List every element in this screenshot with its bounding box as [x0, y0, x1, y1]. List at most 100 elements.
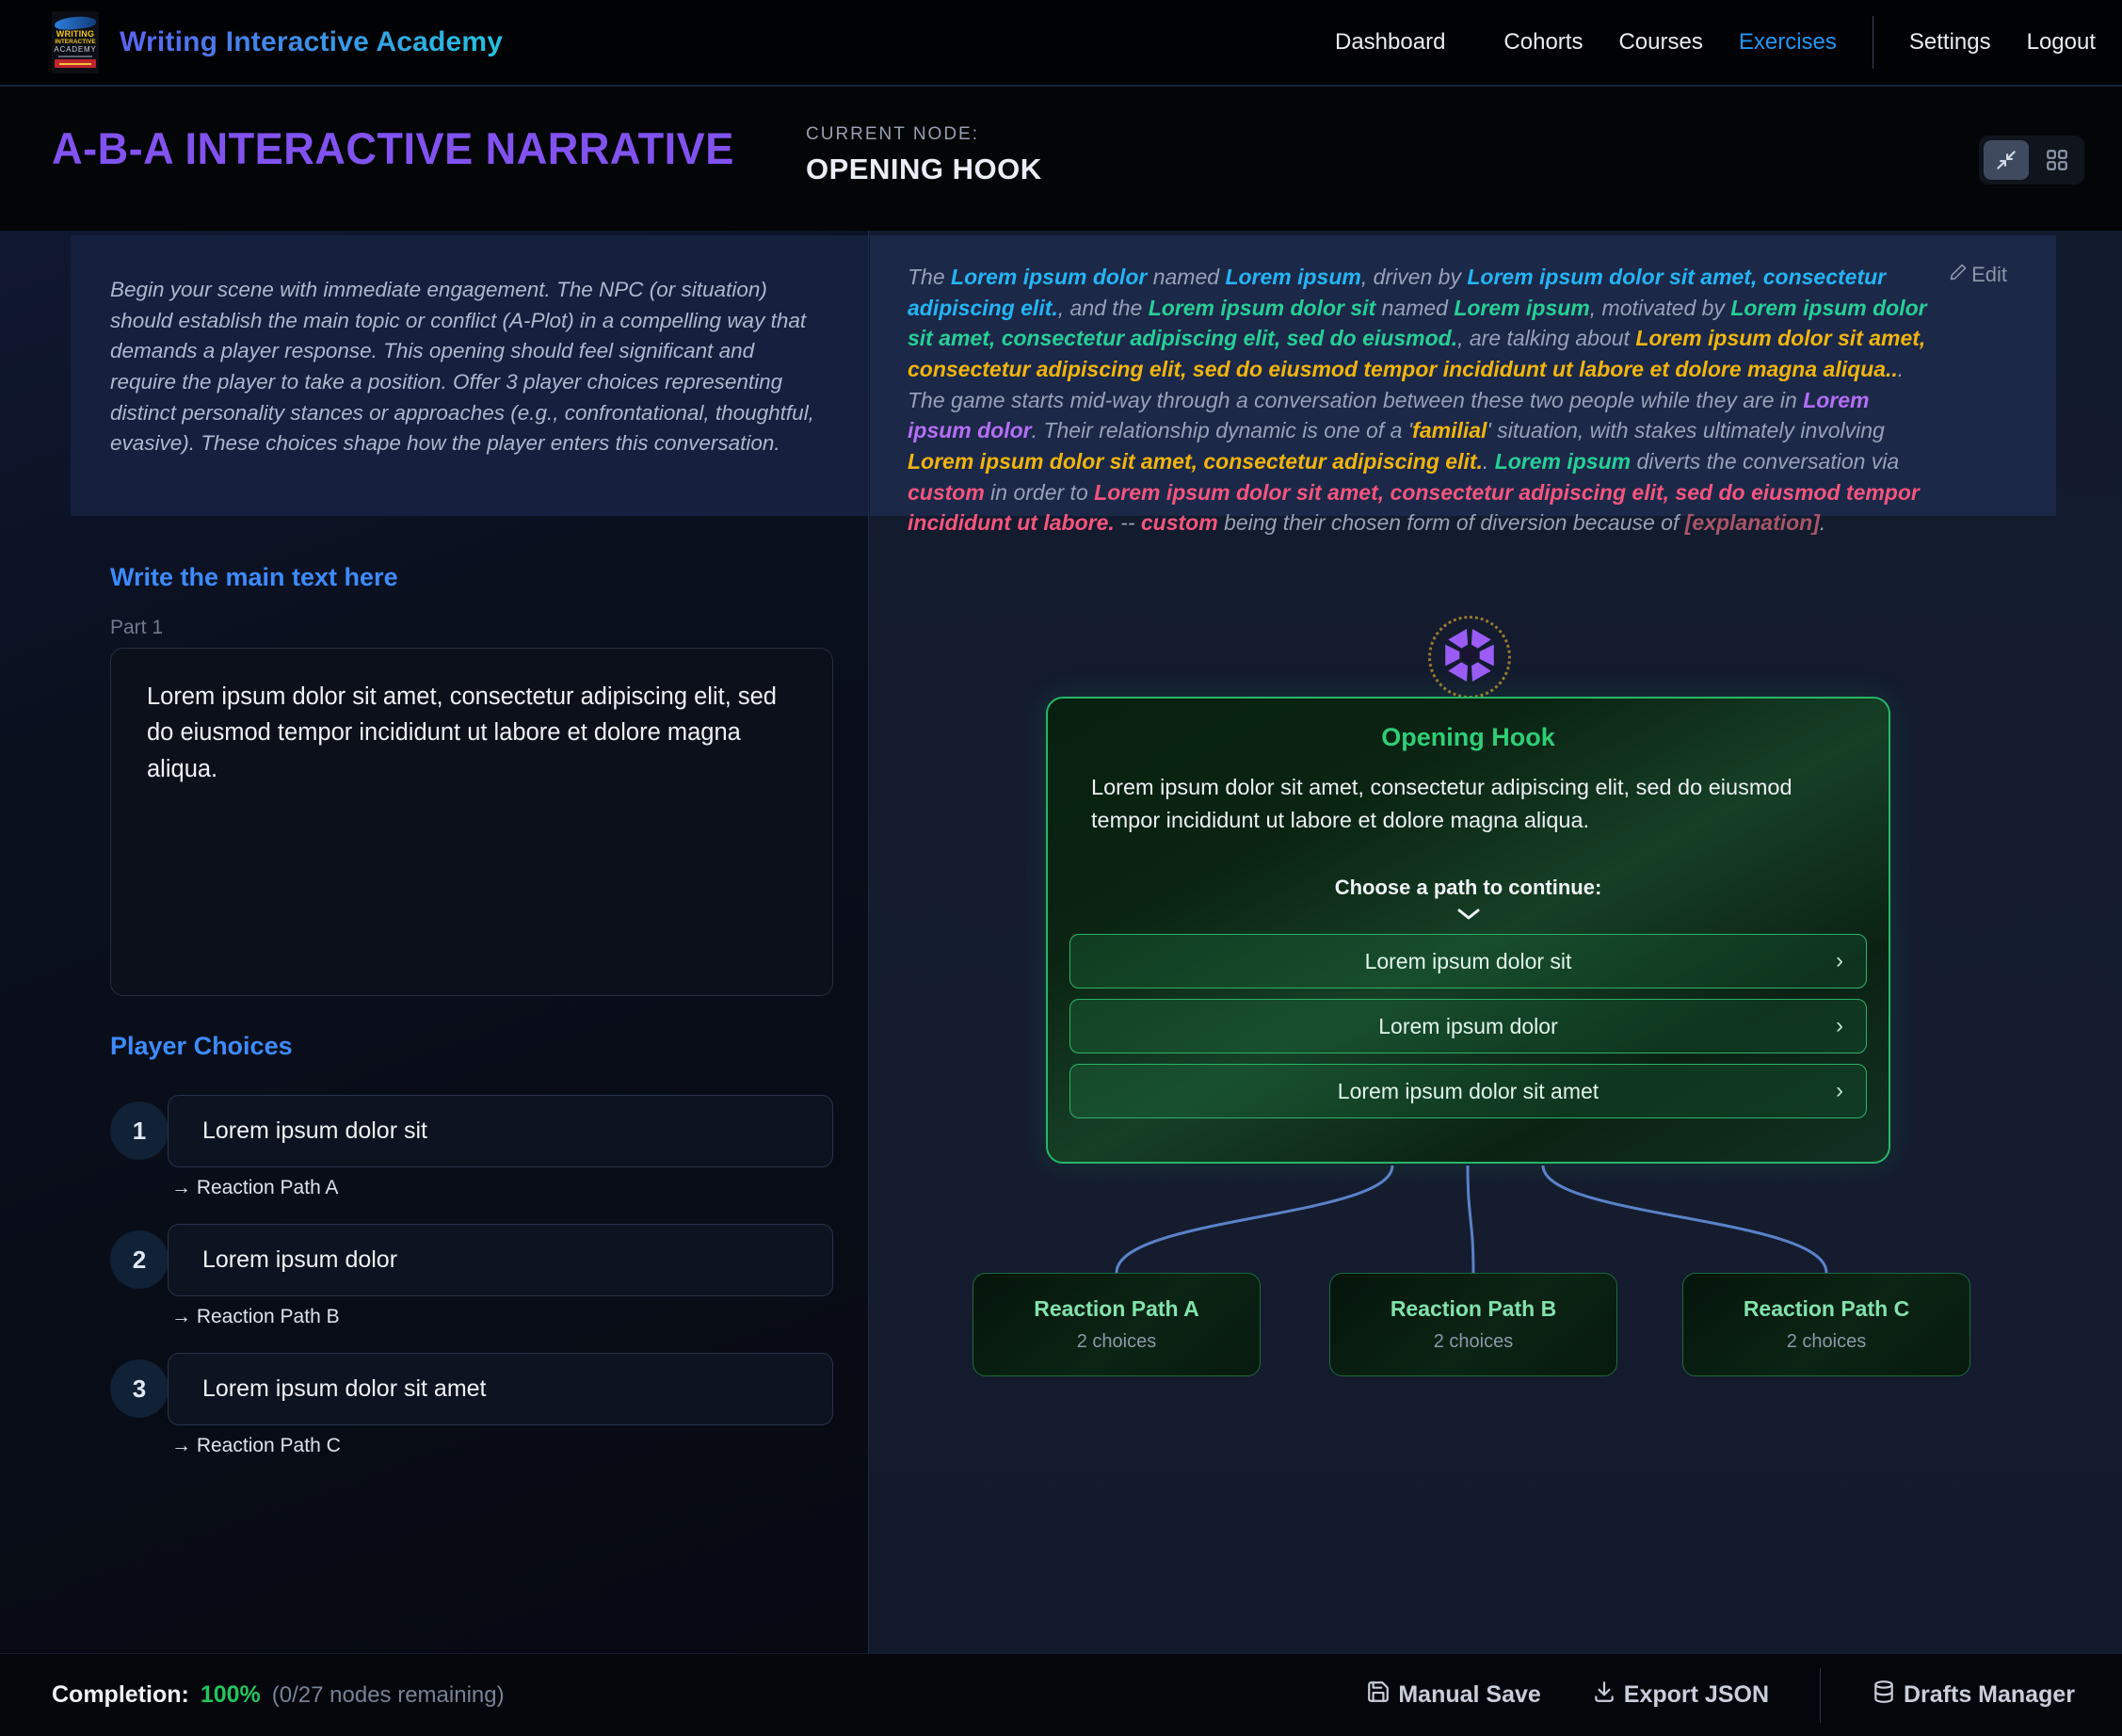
chevron-right-icon: ›: [1836, 1013, 1843, 1039]
nav-item-dashboard[interactable]: Dashboard: [1335, 29, 1445, 56]
choice-input-1[interactable]: [168, 1095, 833, 1167]
collapse-view-button[interactable]: [1984, 140, 2029, 180]
option-label: Lorem ipsum dolor sit: [1365, 949, 1572, 974]
node-title: Opening Hook: [1048, 723, 1889, 752]
main-text-input[interactable]: Lorem ipsum dolor sit amet, consectetur …: [110, 648, 833, 996]
node-option-1[interactable]: Lorem ipsum dolor sit ›: [1069, 934, 1867, 989]
prompt-segment: named: [1147, 265, 1225, 289]
prompt-segment: , motivated by: [1590, 296, 1731, 320]
node-option-2[interactable]: Lorem ipsum dolor ›: [1069, 999, 1867, 1053]
brand-wrap: WRITING INTERACTIVE ACADEMY Writing Inte…: [52, 11, 503, 73]
edit-prompt-button[interactable]: Edit: [1949, 260, 2007, 289]
part-label: Part 1: [110, 617, 163, 639]
node-body-text: Lorem ipsum dolor sit amet, consectetur …: [1091, 771, 1845, 838]
chevron-down-icon: [1048, 908, 1889, 921]
prompt-segment: Lorem ipsum: [1225, 265, 1360, 289]
player-choices-heading: Player Choices: [110, 1032, 293, 1061]
choice-input-3[interactable]: [168, 1353, 833, 1425]
page-header: A-B-A INTERACTIVE NARRATIVE CURRENT NODE…: [0, 87, 2122, 231]
drafts-manager-label: Drafts Manager: [1904, 1681, 2075, 1709]
reaction-path-b-node[interactable]: Reaction Path B 2 choices: [1329, 1273, 1617, 1376]
child-node-title: Reaction Path A: [1034, 1296, 1199, 1322]
export-json-label: Export JSON: [1624, 1681, 1769, 1709]
option-label: Lorem ipsum dolor: [1378, 1014, 1557, 1039]
current-node-name: OPENING HOOK: [806, 153, 1042, 186]
prompt-segment: Lorem ipsum dolor sit: [1149, 296, 1376, 320]
graph-column: The Lorem ipsum dolor named Lorem ipsum,…: [868, 231, 2122, 1653]
graph-edges: [869, 1164, 2122, 1275]
edit-label: Edit: [1971, 260, 2007, 289]
choice-path-label-2: → Reaction Path B: [171, 1306, 340, 1328]
view-toggle-group: [1979, 136, 2084, 185]
prompt-segment: The: [908, 265, 951, 289]
nav-item-settings[interactable]: Settings: [1909, 29, 1991, 56]
choice-number-badge: 3: [110, 1359, 169, 1418]
write-heading: Write the main text here: [110, 563, 398, 592]
choice-number-badge: 1: [110, 1101, 169, 1160]
main-content: Begin your scene with immediate engageme…: [0, 231, 2122, 1653]
completion-label: Completion:: [52, 1681, 189, 1709]
option-label: Lorem ipsum dolor sit amet: [1338, 1079, 1599, 1104]
footer-actions: Manual Save Export JSON: [1366, 1668, 2075, 1723]
prompt-segment: Lorem ipsum: [1454, 296, 1589, 320]
choice-number-badge: 2: [110, 1230, 169, 1289]
prompt-segment: Lorem ipsum dolor: [951, 265, 1147, 289]
node-option-3[interactable]: Lorem ipsum dolor sit amet ›: [1069, 1064, 1867, 1118]
grid-view-button[interactable]: [2034, 140, 2080, 180]
instructions-panel: Begin your scene with immediate engageme…: [71, 235, 868, 516]
logo-banner: [55, 59, 96, 68]
prompt-segment: custom: [908, 480, 985, 505]
node-options: Lorem ipsum dolor sit › Lorem ipsum dolo…: [1069, 934, 1867, 1118]
status-footer: Completion: 100% (0/27 nodes remaining) …: [0, 1653, 2122, 1736]
save-icon: [1366, 1680, 1391, 1711]
child-node-title: Reaction Path B: [1391, 1296, 1556, 1322]
gear-node-icon: [1442, 628, 1497, 687]
prompt-segment: .: [1483, 449, 1495, 474]
prompt-segment: Lorem ipsum: [1495, 449, 1631, 474]
export-json-button[interactable]: Export JSON: [1592, 1680, 1769, 1711]
footer-divider: [1820, 1668, 1821, 1723]
manual-save-label: Manual Save: [1398, 1681, 1540, 1709]
editor-column: Begin your scene with immediate engageme…: [0, 231, 868, 1653]
prompt-segment: diverts the conversation via: [1631, 449, 1899, 474]
academy-logo: WRITING INTERACTIVE ACADEMY: [52, 11, 99, 73]
choice-path-label-1: → Reaction Path A: [171, 1177, 338, 1199]
top-navbar: WRITING INTERACTIVE ACADEMY Writing Inte…: [0, 0, 2122, 87]
scene-prompt-panel: The Lorem ipsum dolor named Lorem ipsum,…: [870, 235, 2056, 516]
prompt-segment: , are talking about: [1457, 326, 1635, 350]
app-root: WRITING INTERACTIVE ACADEMY Writing Inte…: [0, 0, 2122, 1736]
download-icon: [1592, 1680, 1616, 1711]
reaction-path-c-node[interactable]: Reaction Path C 2 choices: [1682, 1273, 1970, 1376]
choice-path-label-3: → Reaction Path C: [171, 1435, 341, 1457]
prompt-segment: ' situation, with stakes ultimately invo…: [1487, 418, 1884, 442]
page-title: A-B-A INTERACTIVE NARRATIVE: [52, 122, 734, 174]
current-node-block: CURRENT NODE: OPENING HOOK: [806, 124, 1042, 186]
nav-item-exercises[interactable]: Exercises: [1739, 29, 1837, 56]
chevron-right-icon: ›: [1836, 948, 1843, 974]
current-node-label: CURRENT NODE:: [806, 124, 1042, 145]
brand-title: Writing Interactive Academy: [120, 26, 503, 58]
collapse-arrows-icon: [1994, 148, 2018, 172]
completion-detail: (0/27 nodes remaining): [272, 1682, 505, 1709]
nav-item-courses[interactable]: Courses: [1618, 29, 1702, 56]
database-icon: [1872, 1680, 1896, 1711]
logo-subline: [58, 56, 92, 57]
prompt-segment: named: [1375, 296, 1454, 320]
logo-line3: ACADEMY: [54, 46, 96, 55]
root-node-marker[interactable]: [1428, 616, 1511, 699]
choice-input-2[interactable]: [168, 1224, 833, 1296]
nav-item-cohorts[interactable]: Cohorts: [1503, 29, 1583, 56]
completion-status: Completion: 100% (0/27 nodes remaining): [52, 1681, 505, 1709]
prompt-segment: , and the: [1058, 296, 1149, 320]
opening-hook-node[interactable]: Opening Hook Lorem ipsum dolor sit amet,…: [1046, 697, 1890, 1164]
manual-save-button[interactable]: Manual Save: [1366, 1680, 1540, 1711]
grid-icon: [2045, 148, 2069, 172]
child-node-subtitle: 2 choices: [1787, 1331, 1867, 1353]
prompt-segment: , driven by: [1361, 265, 1468, 289]
reaction-path-a-node[interactable]: Reaction Path A 2 choices: [973, 1273, 1261, 1376]
chevron-right-icon: ›: [1836, 1078, 1843, 1104]
drafts-manager-button[interactable]: Drafts Manager: [1872, 1680, 2075, 1711]
child-node-title: Reaction Path C: [1744, 1296, 1909, 1322]
nav-item-logout[interactable]: Logout: [2027, 29, 2096, 56]
completion-value: 100%: [201, 1681, 261, 1709]
